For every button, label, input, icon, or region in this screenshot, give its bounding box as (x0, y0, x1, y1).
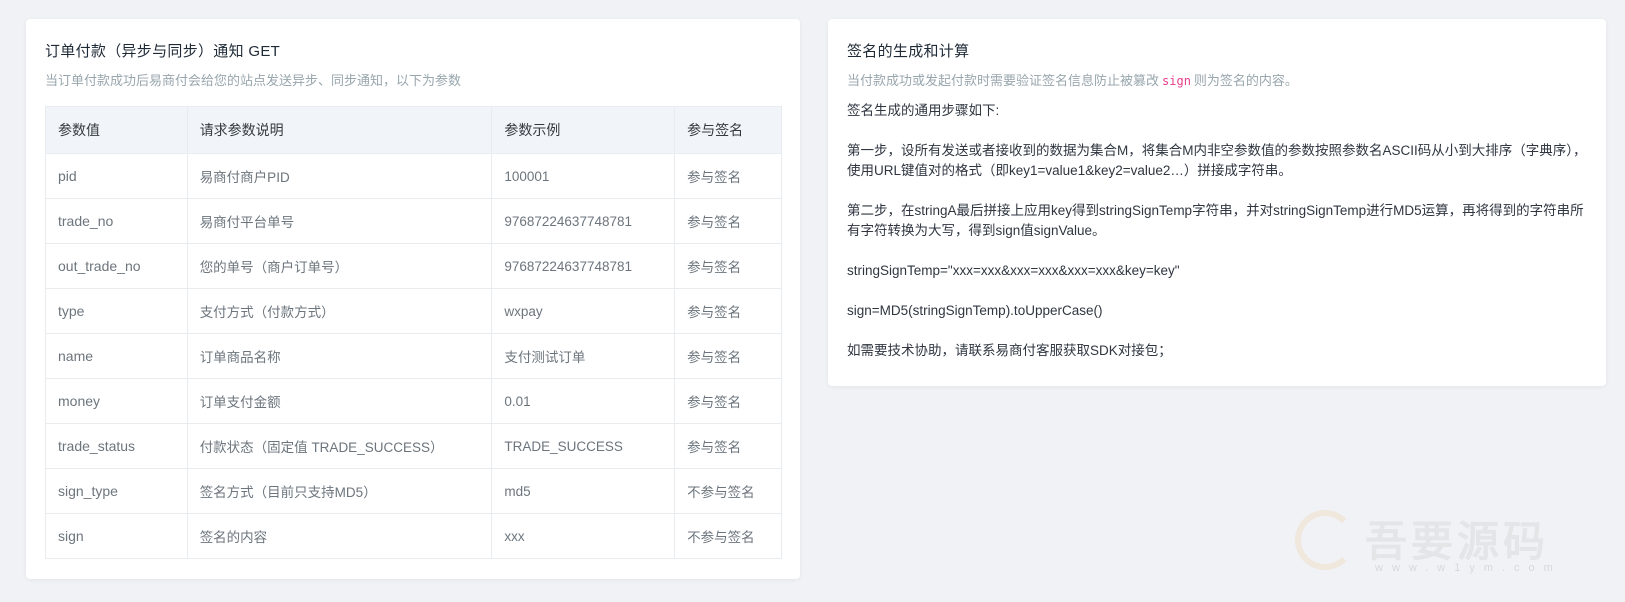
card-title: 签名的生成和计算 (847, 43, 970, 60)
params-table-body: pid 易商付商户PID 100001 参与签名 trade_no 易商付平台单号 9768… (45, 153, 782, 559)
watermark-logo-icon (1295, 510, 1355, 570)
table-row: sign_type 签名方式（目前只支持MD5） md5 不参与签名 (45, 468, 782, 514)
param-example-cell: wxpay (491, 288, 676, 334)
watermark-text: 吾要源码 (1365, 517, 1550, 566)
watermark-url: www.w1ym.com (1375, 562, 1562, 574)
param-example-cell: TRADE_SUCCESS (491, 423, 676, 469)
notify-params-card: 订单付款（异步与同步）通知 GET 当订单付款成功后易商付会给您的站点发送异步、… (26, 19, 800, 579)
param-example-cell: md5 (491, 468, 676, 514)
param-sign-cell: 参与签名 (674, 378, 782, 424)
param-name-cell: out_trade_no (45, 243, 188, 289)
param-sign-cell: 不参与签名 (674, 513, 782, 559)
intro-text: 签名生成的通用步骤如下: (847, 103, 1000, 118)
table-header-row: 参数值 请求参数说明 参数示例 参与签名 (45, 106, 782, 154)
param-name-cell: name (45, 333, 188, 379)
param-name-cell: sign (45, 513, 188, 559)
param-example-cell: xxx (491, 513, 676, 559)
param-description-cell: 支付方式（付款方式） (186, 288, 493, 334)
table-row: trade_no 易商付平台单号 97687224637748781 参与签名 (45, 198, 782, 244)
column-header-param: 参数值 (45, 106, 188, 154)
param-example-cell: 100001 (491, 153, 676, 199)
param-sign-cell: 参与签名 (674, 243, 782, 289)
formula-sign-temp: stringSignTemp="xxx=xxx&xxx=xxx&xxx=xxx&… (847, 263, 1180, 278)
param-sign-cell: 参与签名 (674, 423, 782, 469)
table-row: trade_status 付款状态（固定值 TRADE_SUCCESS） TRADE… (45, 423, 782, 469)
watermark: 吾要源码 www.w1ym.com (1285, 504, 1585, 584)
param-description-cell: 易商付商户PID (186, 153, 493, 199)
card-subtitle: 当订单付款成功后易商付会给您的站点发送异步、同步通知，以下为参数 (45, 73, 462, 88)
param-sign-cell: 参与签名 (674, 288, 782, 334)
param-description-cell: 付款状态（固定值 TRADE_SUCCESS） (186, 423, 493, 469)
step-two-text: 第二步，在stringA最后拼接上应用key得到stringSignTemp字符… (847, 203, 1584, 238)
table-row: out_trade_no 您的单号（商户订单号） 97687224637748781… (45, 243, 782, 289)
param-sign-cell: 不参与签名 (674, 468, 782, 514)
table-row: type 支付方式（付款方式） wxpay 参与签名 (45, 288, 782, 334)
param-name-cell: trade_no (45, 198, 188, 244)
param-example-cell: 0.01 (491, 378, 676, 424)
help-text: 如需要技术协助，请联系易商付客服获取SDK对接包； (847, 343, 1172, 358)
column-header-description: 请求参数说明 (186, 106, 493, 154)
param-name-cell: type (45, 288, 188, 334)
param-sign-cell: 参与签名 (674, 333, 782, 379)
step-one-text: 第一步，设所有发送或者接收到的数据为集合M，将集合M内非空参数值的参数按照参数名… (847, 143, 1587, 178)
param-description-cell: 订单商品名称 (186, 333, 493, 379)
param-example-cell: 支付测试订单 (491, 333, 676, 379)
param-description-cell: 签名的内容 (186, 513, 493, 559)
param-description-cell: 您的单号（商户订单号） (186, 243, 493, 289)
table-row: sign 签名的内容 xxx 不参与签名 (45, 513, 782, 559)
signature-card: 签名的生成和计算 当付款成功或发起付款时需要验证签名信息防止被篡改 sign 则为签… (828, 19, 1606, 386)
formula-sign: sign=MD5(stringSignTemp).toUpperCase() (847, 303, 1103, 318)
column-header-sign: 参与签名 (674, 106, 782, 154)
subtitle-text-end: 则为签名的内容。 (1193, 73, 1298, 88)
param-description-cell: 签名方式（目前只支持MD5） (186, 468, 493, 514)
param-sign-cell: 参与签名 (674, 153, 782, 199)
table-row: pid 易商付商户PID 100001 参与签名 (45, 153, 782, 199)
param-name-cell: pid (45, 153, 188, 199)
sign-code: sign (1162, 74, 1191, 88)
param-name-cell: trade_status (45, 423, 188, 469)
subtitle-text: 当付款成功或发起付款时需要验证签名信息防止被篡改 (847, 73, 1160, 88)
table-row: money 订单支付金额 0.01 参与签名 (45, 378, 782, 424)
param-name-cell: sign_type (45, 468, 188, 514)
param-example-cell: 97687224637748781 (491, 198, 676, 244)
param-sign-cell: 参与签名 (674, 198, 782, 244)
signature-instructions: 签名生成的通用步骤如下: 第一步，设所有发送或者接收到的数据为集合M，将集合M内… (847, 101, 1587, 381)
param-name-cell: money (45, 378, 188, 424)
params-table: 参数值 请求参数说明 参数示例 参与签名 pid 易商付商户PID 100001 参与… (45, 106, 782, 559)
column-header-example: 参数示例 (491, 106, 676, 154)
card-subtitle: 当付款成功或发起付款时需要验证签名信息防止被篡改 sign 则为签名的内容。 (847, 70, 1298, 89)
table-row: name 订单商品名称 支付测试订单 参与签名 (45, 333, 782, 379)
param-description-cell: 易商付平台单号 (186, 198, 493, 244)
param-example-cell: 97687224637748781 (491, 243, 676, 289)
param-description-cell: 订单支付金额 (186, 378, 493, 424)
card-title: 订单付款（异步与同步）通知 GET (45, 43, 281, 60)
